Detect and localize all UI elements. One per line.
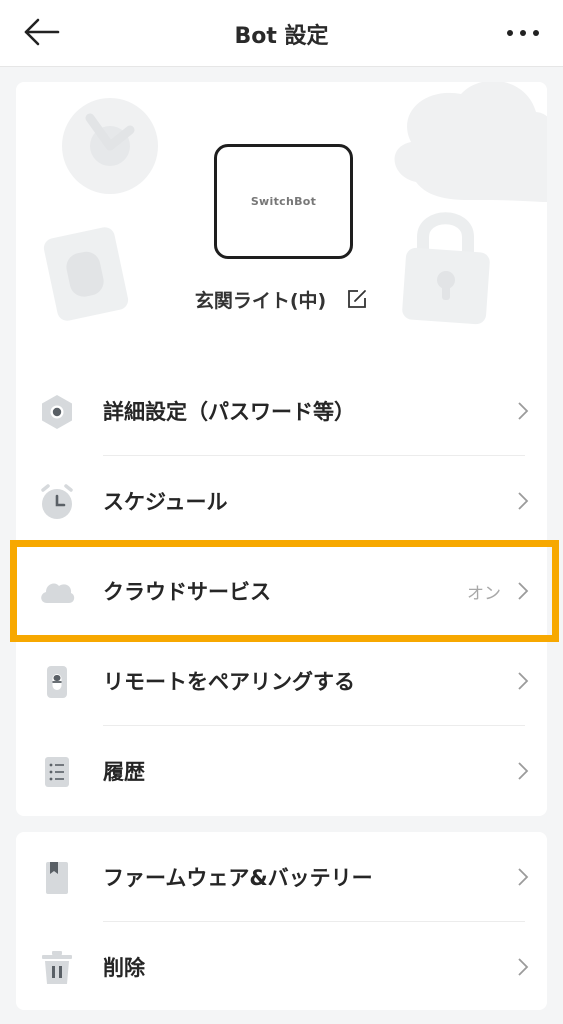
chevron-right-icon	[518, 582, 529, 600]
row-schedule[interactable]: スケジュール	[16, 456, 547, 546]
list-icon	[45, 757, 69, 787]
chevron-right-icon	[518, 868, 529, 886]
chevron-right-icon	[518, 762, 529, 780]
row-label: リモートをペアリングする	[103, 670, 355, 694]
chevron-right-icon	[518, 672, 529, 690]
chevron-right-icon	[518, 958, 529, 976]
chevron-right-icon	[518, 492, 529, 510]
device-image: SwitchBot	[214, 144, 353, 259]
row-history[interactable]: 履歴	[16, 726, 547, 816]
alarm-clock-icon	[41, 484, 73, 519]
row-delete[interactable]: 削除	[16, 922, 547, 1012]
row-label: スケジュール	[103, 490, 228, 514]
row-label: ファームウェア&バッテリー	[103, 866, 373, 890]
row-advanced-settings[interactable]: 詳細設定（パスワード等）	[16, 366, 547, 456]
row-pair-remote[interactable]: リモートをペアリングする	[16, 636, 547, 726]
row-firmware-battery[interactable]: ファームウェア&バッテリー	[16, 832, 547, 922]
device-name: 玄関ライト(中)	[194, 289, 327, 312]
page-title: Bot 設定	[234, 24, 329, 49]
row-label: 履歴	[103, 760, 145, 784]
bookmark-icon	[46, 862, 68, 894]
cloud-icon	[41, 583, 75, 603]
row-label: 詳細設定（パスワード等）	[103, 400, 355, 424]
gear-icon	[42, 395, 72, 429]
remote-icon	[47, 666, 67, 698]
device-maintenance-card: ファームウェア&バッテリー 削除	[16, 832, 547, 1010]
edit-icon[interactable]	[346, 288, 368, 310]
trash-icon	[42, 951, 72, 984]
chevron-right-icon	[518, 402, 529, 420]
more-horizontal-icon[interactable]	[505, 22, 541, 44]
row-label: 削除	[103, 956, 145, 980]
cloud-service-status: オン	[467, 584, 501, 604]
row-label: クラウドサービス	[103, 580, 271, 604]
top-bar: Bot 設定	[0, 0, 563, 67]
device-image-label: SwitchBot	[250, 195, 317, 208]
device-name-row: 玄関ライト(中)	[16, 284, 547, 314]
row-cloud-service[interactable]: クラウドサービス オン	[16, 546, 547, 636]
device-settings-card: SwitchBot 玄関ライト(中) 詳細設定（パスワード等） スケジュール ク…	[16, 82, 547, 816]
